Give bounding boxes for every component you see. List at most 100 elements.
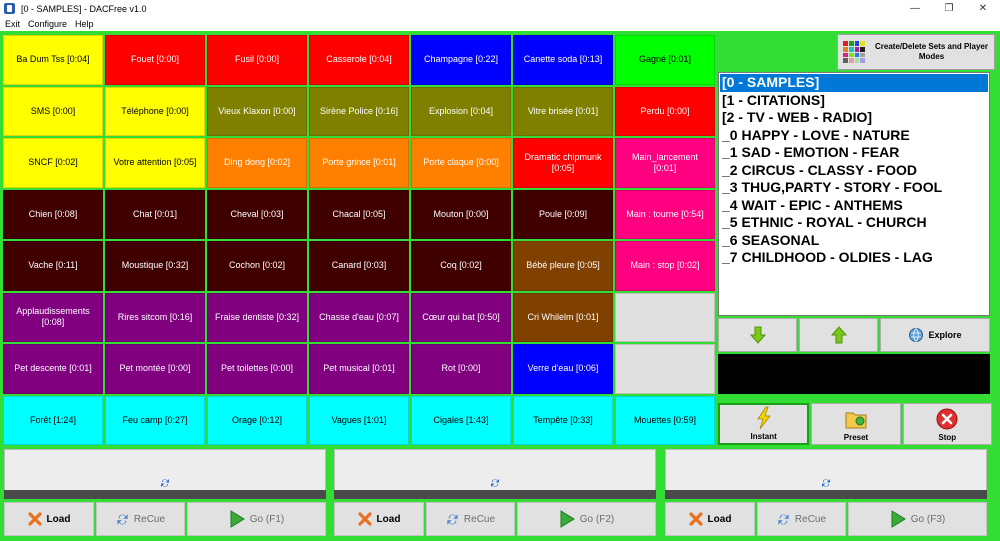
go-button[interactable]: Go (F2) [517,502,656,536]
sound-pad[interactable]: Verre d'eau [0:06] [513,344,613,394]
sound-pad[interactable]: Dramatic chipmunk [0:05] [513,138,613,188]
sound-pad[interactable]: Sirène Police [0:16] [309,86,409,136]
sound-pad[interactable]: Vagues [1:01] [309,395,409,445]
sound-pad[interactable]: Cri Whilelm [0:01] [513,292,613,342]
sound-pad[interactable]: Main : stop [0:02] [615,241,715,291]
sound-pad[interactable]: Porte claque [0:00] [411,138,511,188]
close-button[interactable]: ✕ [966,0,1000,17]
sound-pad[interactable]: SMS [0:00] [3,86,103,136]
sound-pad[interactable]: Ding dong [0:02] [207,138,307,188]
load-button[interactable]: Load [334,502,424,536]
set-list-item[interactable]: _4 WAIT - EPIC - ANTHEMS [720,197,988,215]
sound-pad[interactable]: Main : tourne [0:54] [615,189,715,239]
sound-pad[interactable]: Gagné [0:01] [615,35,715,85]
set-list-item[interactable]: _1 SAD - EMOTION - FEAR [720,144,988,162]
recue-button[interactable]: ReCue [757,502,846,536]
set-list-item[interactable]: _2 CIRCUS - CLASSY - FOOD [720,162,988,180]
stop-button[interactable]: Stop [902,403,992,445]
set-list-item[interactable]: _5 ETHNIC - ROYAL - CHURCH [720,214,988,232]
set-list-item[interactable]: [1 - CITATIONS] [720,92,988,110]
sound-pad[interactable]: Poule [0:09] [513,189,613,239]
menu-help[interactable]: Help [75,19,94,29]
sound-pad[interactable]: Cigales [1:43] [411,395,511,445]
sound-pad[interactable]: Pet toilettes [0:00] [207,344,307,394]
sound-pad[interactable]: Orage [0:12] [207,395,307,445]
sound-pad[interactable]: Cœur qui bat [0:50] [411,292,511,342]
menu-configure[interactable]: Configure [28,19,67,29]
sound-pad[interactable]: Vache [0:11] [3,241,103,291]
maximize-button[interactable]: ❐ [932,0,966,17]
window-title: [0 - SAMPLES] - DACFree v1.0 [21,3,147,14]
set-list-item[interactable]: _0 HAPPY - LOVE - NATURE [720,127,988,145]
menu-bar: Exit Configure Help [0,17,1000,31]
sound-pad[interactable]: Moustique [0:32] [105,241,205,291]
sound-pad[interactable]: Mouton [0:00] [411,189,511,239]
sound-pad[interactable]: Vitre brisée [0:01] [513,86,613,136]
go-label: Go (F2) [579,513,615,525]
preset-button[interactable]: Preset [811,403,901,445]
sound-pad[interactable]: Chien [0:08] [3,189,103,239]
player-progress-bar[interactable] [665,490,987,499]
sound-pad[interactable]: Cochon [0:02] [207,241,307,291]
set-list-item[interactable]: _7 CHILDHOOD - OLDIES - LAG [720,249,988,267]
set-list-item[interactable]: [0 - SAMPLES] [720,74,988,92]
set-list-item[interactable]: _6 SEASONAL [720,232,988,250]
sound-pad[interactable]: Pet montée [0:00] [105,344,205,394]
sound-pad[interactable]: Chat [0:01] [105,189,205,239]
sound-pad[interactable]: Applaudissements [0:08] [3,292,103,342]
sound-pad[interactable]: Feu camp [0:27] [105,395,205,445]
sound-pad[interactable]: Coq [0:02] [411,241,511,291]
play-icon [891,510,906,528]
globe-icon [909,328,924,342]
sound-pad[interactable]: Perdu [0:00] [615,86,715,136]
sound-pad[interactable]: Ba Dum Tss [0:04] [3,35,103,85]
sound-pad[interactable]: Champagne [0:22] [411,35,511,85]
sound-pad[interactable]: Main_lancement [0:01] [615,138,715,188]
sound-pad[interactable]: Porte grince [0:01] [309,138,409,188]
player-progress-bar[interactable] [334,490,656,499]
sound-pad[interactable] [615,292,715,342]
sound-pad[interactable]: Bébé pleure [0:05] [513,241,613,291]
set-list-item[interactable]: [2 - TV - WEB - RADIO] [720,109,988,127]
sound-pad[interactable]: Pet musical [0:01] [309,344,409,394]
sound-pad[interactable]: Votre attention [0:05] [105,138,205,188]
create-delete-sets-button[interactable]: Create/Delete Sets and Player Modes [837,34,995,70]
sound-pad[interactable]: Téléphone [0:00] [105,86,205,136]
set-list-item[interactable]: _3 THUG,PARTY - STORY - FOOL [720,179,988,197]
sound-pad[interactable]: Fraise dentiste [0:32] [207,292,307,342]
sound-pad[interactable]: Vieux Klaxon [0:00] [207,86,307,136]
sound-pad[interactable]: Canard [0:03] [309,241,409,291]
sound-pad[interactable]: Fusil [0:00] [207,35,307,85]
move-down-button[interactable] [718,318,797,352]
player-progress-bar[interactable] [4,490,326,499]
sound-pad[interactable]: Fouet [0:00] [105,35,205,85]
recue-button[interactable]: ReCue [426,502,515,536]
go-button[interactable]: Go (F1) [187,502,326,536]
load-button[interactable]: Load [4,502,94,536]
explore-button[interactable]: Explore [880,318,990,352]
sound-pad[interactable]: Canette soda [0:13] [513,35,613,85]
sound-pad[interactable]: Explosion [0:04] [411,86,511,136]
sound-pad[interactable]: Mouettes [0:59] [615,395,715,445]
sound-pad[interactable]: Rires sitcom [0:16] [105,292,205,342]
go-button[interactable]: Go (F3) [848,502,987,536]
menu-exit[interactable]: Exit [5,19,20,29]
arrow-up-icon [830,326,847,344]
sound-pad[interactable]: Pet descente [0:01] [3,344,103,394]
sound-pad[interactable]: Chasse d'eau [0:07] [309,292,409,342]
set-list[interactable]: [0 - SAMPLES] [1 - CITATIONS] [2 - TV - WE… [718,72,990,316]
move-up-button[interactable] [799,318,878,352]
recue-button[interactable]: ReCue [96,502,185,536]
sound-pad[interactable]: Forêt [1:24] [3,395,103,445]
instant-button[interactable]: Instant [718,403,810,445]
sound-pad[interactable]: Rot [0:00] [411,344,511,394]
sound-pad[interactable]: Casserole [0:04] [309,35,409,85]
load-button[interactable]: Load [665,502,755,536]
sound-pad[interactable]: Tempête [0:33] [513,395,613,445]
minimize-button[interactable]: — [898,0,932,17]
sound-pad[interactable]: Cheval [0:03] [207,189,307,239]
sound-pad[interactable] [615,344,715,394]
sound-pad[interactable]: SNCF [0:02] [3,138,103,188]
load-label: Load [376,513,401,525]
sound-pad[interactable]: Chacal [0:05] [309,189,409,239]
